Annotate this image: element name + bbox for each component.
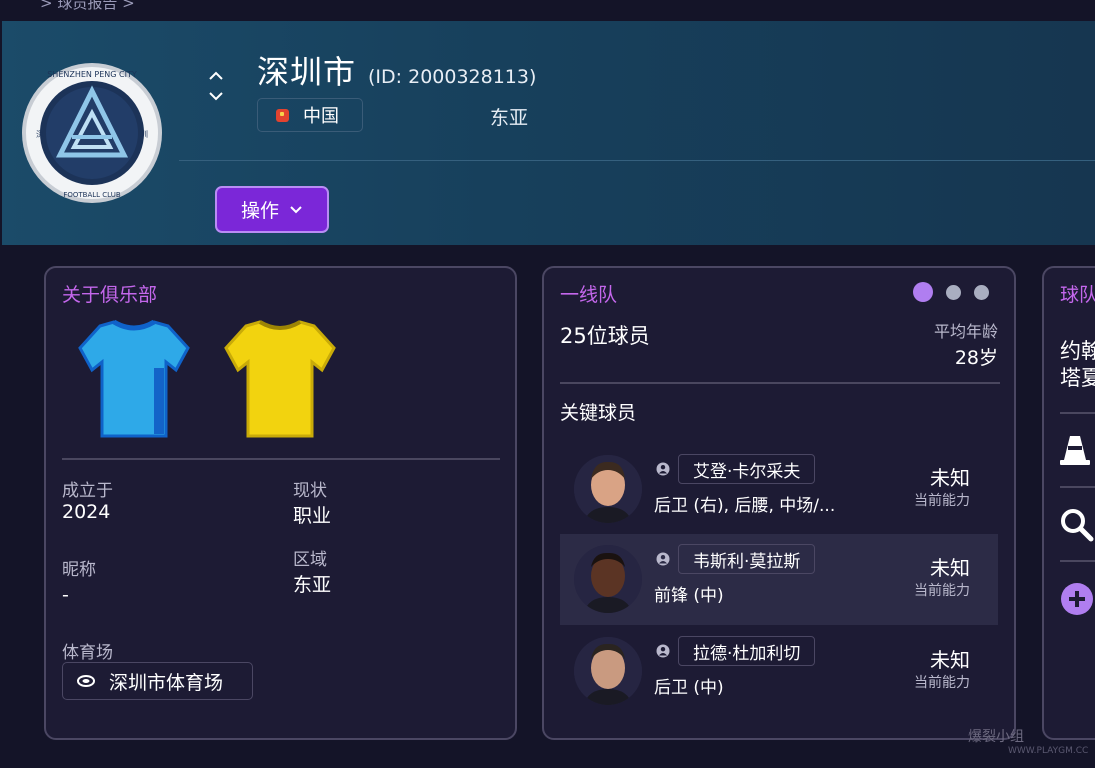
- person-icon: [656, 552, 670, 566]
- club-title-row: 深圳市 (ID: 2000328113): [257, 47, 536, 93]
- nickname-label: 昵称: [62, 560, 96, 580]
- actions-button[interactable]: 操作: [215, 186, 329, 233]
- staff-card-title[interactable]: 球队: [1060, 280, 1095, 307]
- stadium-chip[interactable]: 深圳市体育场: [62, 662, 253, 700]
- key-players-title: 关键球员: [560, 402, 637, 424]
- club-id: (ID: 2000328113): [368, 66, 537, 88]
- chevron-up-icon[interactable]: [204, 65, 228, 87]
- chevron-down-icon: [290, 205, 302, 213]
- watermark: 爆裂小组 WWW.PLAYGM.CC: [968, 726, 1088, 756]
- about-club-title[interactable]: 关于俱乐部: [62, 280, 157, 307]
- player-ability-label: 当前能力: [914, 493, 970, 509]
- about-club-card: 关于俱乐部 成立于 2024 现状 职业 昵称 - 区域 东亚 体育场 深圳市体…: [44, 266, 517, 740]
- stadium-label: 体育场: [62, 643, 113, 663]
- player-ability: 未知: [930, 556, 970, 580]
- breadcrumb[interactable]: > 球员报告 >: [40, 0, 135, 13]
- player-name: 艾登·卡尔采夫: [693, 461, 801, 482]
- key-player-row[interactable]: 拉德·杜加利切 后卫 (中) 未知 当前能力: [560, 626, 998, 717]
- staff-card: 球队 约翰 塔夏: [1042, 266, 1095, 740]
- stadium-icon: [77, 675, 95, 687]
- cone-icon[interactable]: [1060, 434, 1090, 466]
- staff-divider: [1060, 560, 1095, 562]
- staff-name-line: 塔夏: [1060, 366, 1095, 390]
- player-positions: 后卫 (中): [654, 678, 724, 698]
- player-name: 拉德·杜加利切: [693, 643, 801, 664]
- key-player-row[interactable]: 韦斯利·莫拉斯 前锋 (中) 未知 当前能力: [560, 534, 998, 625]
- top-strip: > 球员报告 >: [0, 0, 1095, 20]
- player-positions: 后卫 (右), 后腰, 中场/...: [654, 496, 836, 516]
- key-player-row[interactable]: 艾登·卡尔采夫 后卫 (右), 后腰, 中场/... 未知 当前能力: [560, 444, 998, 535]
- founded-label: 成立于: [62, 481, 113, 501]
- staff-divider: [1060, 412, 1095, 414]
- carousel-dot[interactable]: [913, 282, 933, 302]
- founded-value: 2024: [62, 501, 111, 523]
- club-name: 深圳市: [257, 53, 357, 91]
- add-icon[interactable]: [1060, 582, 1094, 616]
- club-header: SHENZHEN PENG CITY FOOTBALL CLUB 深 圳 深圳市…: [2, 21, 1095, 245]
- region-text: 东亚: [490, 107, 529, 129]
- crest-text-bottom: FOOTBALL CLUB: [63, 191, 121, 199]
- person-icon: [656, 462, 670, 476]
- stadium-name: 深圳市体育场: [109, 671, 224, 694]
- person-icon: [656, 644, 670, 658]
- carousel-dot[interactable]: [946, 284, 961, 300]
- region-label: 区域: [293, 550, 327, 570]
- player-avatar: [574, 455, 642, 523]
- actions-label: 操作: [240, 200, 279, 222]
- avg-age-value: 28岁: [954, 347, 998, 369]
- nation-name: 中国: [303, 106, 339, 127]
- club-crest: SHENZHEN PENG CITY FOOTBALL CLUB 深 圳: [22, 63, 162, 203]
- carousel-dot[interactable]: [974, 284, 989, 300]
- player-avatar: [574, 637, 642, 705]
- header-divider: [179, 160, 1095, 161]
- crest-char-left: 深: [36, 130, 44, 139]
- status-value: 职业: [293, 505, 332, 527]
- staff-name-line: 约翰: [1060, 339, 1095, 363]
- nation-chip[interactable]: 中国: [257, 98, 363, 132]
- player-ability-label: 当前能力: [914, 675, 970, 691]
- watermark-text: 爆裂小组: [968, 729, 1024, 745]
- player-avatar: [574, 545, 642, 613]
- crest-char-right: 圳: [140, 129, 148, 139]
- player-positions: 前锋 (中): [654, 586, 724, 606]
- player-ability: 未知: [930, 466, 970, 490]
- status-label: 现状: [293, 481, 327, 501]
- staff-divider: [1060, 486, 1095, 488]
- player-ability-label: 当前能力: [914, 583, 970, 599]
- player-name: 韦斯利·莫拉斯: [693, 551, 801, 572]
- club-navigation: [204, 65, 228, 109]
- avg-age-label: 平均年龄: [933, 322, 998, 341]
- crest-text-top: SHENZHEN PENG CITY: [47, 70, 137, 79]
- away-kit-shirt: [224, 320, 336, 438]
- watermark-url: WWW.PLAYGM.CC: [1008, 746, 1089, 756]
- search-icon[interactable]: [1060, 508, 1094, 542]
- first-team-title[interactable]: 一线队: [560, 280, 617, 307]
- squad-count: 25位球员: [560, 324, 650, 348]
- chevron-down-icon[interactable]: [204, 87, 228, 109]
- player-ability: 未知: [930, 648, 970, 672]
- about-divider: [62, 458, 500, 460]
- first-team-card: 一线队 25位球员 平均年龄 28岁 关键球员 艾登·卡尔采夫 后卫 (右), …: [542, 266, 1016, 740]
- player-name-chip[interactable]: 韦斯利·莫拉斯: [678, 544, 816, 574]
- region-value: 东亚: [293, 574, 332, 596]
- player-name-chip[interactable]: 艾登·卡尔采夫: [678, 454, 816, 484]
- staff-name[interactable]: 约翰 塔夏: [1060, 338, 1095, 392]
- nickname-value: -: [62, 584, 69, 606]
- home-kit-shirt: [78, 319, 190, 438]
- player-name-chip[interactable]: 拉德·杜加利切: [678, 636, 816, 666]
- carousel-dots: [913, 282, 1002, 302]
- squad-divider: [560, 382, 1000, 384]
- china-flag-icon: [276, 108, 289, 122]
